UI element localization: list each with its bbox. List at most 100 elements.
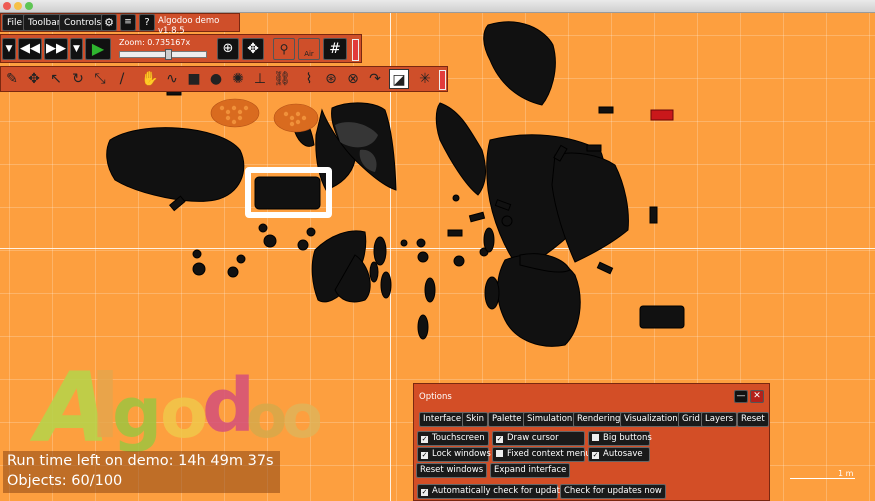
close-window-icon[interactable] bbox=[3, 2, 11, 10]
tab-interface[interactable]: Interface bbox=[419, 412, 466, 427]
tab-palette[interactable]: Palette bbox=[488, 412, 526, 427]
auto-check-updates-checkbox[interactable]: ✓ Automatically check for updates bbox=[417, 484, 570, 499]
draw-cursor-checkbox[interactable]: ✓ Draw cursor bbox=[492, 431, 585, 446]
eraser-icon[interactable]: ◪ bbox=[389, 69, 409, 89]
scale-icon[interactable]: ⤡ bbox=[90, 69, 110, 89]
air-label: Air bbox=[304, 50, 314, 58]
settings-gear-icon[interactable]: ⚙ bbox=[101, 14, 117, 31]
sketch-icon[interactable]: ✎ bbox=[2, 69, 22, 89]
tab-visualization[interactable]: Visualization bbox=[620, 412, 682, 427]
check-updates-now-button[interactable]: Check for updates now bbox=[560, 484, 666, 499]
tab-layers[interactable]: Layers bbox=[701, 412, 738, 427]
circle-icon[interactable]: ● bbox=[206, 69, 226, 89]
checkbox-label: Autosave bbox=[603, 449, 643, 459]
checkbox-checked-icon[interactable]: ✓ bbox=[421, 436, 428, 443]
dropdown-arrow-icon[interactable]: ▼ bbox=[2, 38, 16, 60]
circle-shape bbox=[400, 239, 408, 247]
gear-icon[interactable]: ✺ bbox=[228, 69, 248, 89]
circle-shape bbox=[501, 215, 513, 227]
tab-skin[interactable]: Skin bbox=[462, 412, 489, 427]
move-icon[interactable]: ✥ bbox=[24, 69, 44, 89]
plane-icon[interactable]: ⊥ bbox=[250, 69, 270, 89]
rewind-icon[interactable]: ◀◀ bbox=[18, 38, 42, 60]
box-shape bbox=[639, 305, 685, 329]
box-shape bbox=[596, 261, 614, 275]
checkbox-checked-icon[interactable]: ✓ bbox=[421, 489, 428, 496]
rope-icon[interactable]: ∿ bbox=[162, 69, 182, 89]
checkbox-label: Fixed context menu bbox=[507, 449, 591, 459]
hand-icon[interactable]: ✋ bbox=[140, 69, 160, 89]
svg-text:o: o bbox=[282, 382, 320, 452]
playback-bar: ▼ ◀◀ ▶▶ ▼ ▶ Zoom: 0.735167x ⊕ ✥ ⚲ Air # bbox=[0, 34, 362, 63]
zoom-icon[interactable]: ⊕ bbox=[217, 38, 239, 60]
help-icon[interactable]: ? bbox=[139, 14, 155, 31]
toggle-indicator[interactable] bbox=[352, 39, 359, 61]
algodoo-logo: A l g o d o o bbox=[30, 352, 320, 461]
toggle-indicator[interactable] bbox=[439, 70, 446, 90]
zoom-slider-thumb[interactable] bbox=[165, 49, 172, 60]
circle-shape bbox=[453, 255, 465, 267]
box-icon[interactable]: ■ bbox=[184, 69, 204, 89]
drag-icon[interactable]: ↖ bbox=[46, 69, 66, 89]
zoom-label: Zoom: 0.735167x bbox=[119, 38, 191, 47]
lock-windows-checkbox[interactable]: ✓ Lock windows bbox=[417, 447, 491, 462]
touchscreen-checkbox[interactable]: ✓ Touchscreen bbox=[417, 431, 489, 446]
spring-icon[interactable]: ⌇ bbox=[299, 69, 319, 89]
thruster-icon[interactable]: ✳ bbox=[415, 69, 435, 89]
controls-menu-button[interactable]: Controls bbox=[59, 14, 107, 31]
box-shape bbox=[468, 211, 486, 223]
checkbox-label: Draw cursor bbox=[507, 433, 559, 443]
tools-bar: ✎ ✥ ↖ ↻ ⤡ / ✋ ∿ ■ ● ✺ ⊥ ⛓ ⌇ ⊛ ⊗ ↷ ◪ ✳ bbox=[0, 66, 448, 92]
tab-rendering[interactable]: Rendering bbox=[573, 412, 625, 427]
close-icon[interactable]: ✕ bbox=[750, 390, 764, 403]
ellipse-shape bbox=[417, 314, 429, 340]
minimize-window-icon[interactable] bbox=[14, 2, 22, 10]
tab-reset[interactable]: Reset bbox=[737, 412, 769, 427]
app-title: Algodoo demo v1.8.5 bbox=[158, 16, 220, 36]
checkbox-label: Touchscreen bbox=[432, 433, 485, 443]
air-icon[interactable]: Air bbox=[298, 38, 320, 60]
menu-bar: File Toolbar Controls ⚙ ≡ ? Algodoo demo… bbox=[0, 13, 240, 36]
svg-text:g: g bbox=[112, 372, 162, 454]
checkbox-label: Big buttons bbox=[603, 433, 652, 443]
list-icon[interactable]: ≡ bbox=[120, 14, 136, 31]
fixed-context-menu-checkbox[interactable]: Fixed context menu bbox=[492, 447, 591, 462]
zoom-window-icon[interactable] bbox=[25, 2, 33, 10]
checkbox-checked-icon[interactable]: ✓ bbox=[496, 436, 503, 443]
ellipse-shape bbox=[484, 276, 500, 310]
gravity-icon[interactable]: ⚲ bbox=[273, 38, 295, 60]
tab-simulation[interactable]: Simulation bbox=[523, 412, 577, 427]
ellipse-shape bbox=[380, 271, 392, 299]
rotate-icon[interactable]: ↻ bbox=[68, 69, 88, 89]
red-box-shape bbox=[650, 109, 674, 121]
fixate-icon[interactable]: ⊗ bbox=[343, 69, 363, 89]
circle-shape bbox=[417, 251, 429, 263]
minimize-icon[interactable]: — bbox=[734, 390, 748, 403]
polygon-shape bbox=[551, 152, 629, 263]
box-shape bbox=[586, 144, 602, 152]
dropdown-arrow-icon[interactable]: ▼ bbox=[70, 38, 83, 60]
options-panel: Options — ✕ Interface Skin Palette Simul… bbox=[413, 383, 770, 501]
tab-grid[interactable]: Grid bbox=[678, 412, 704, 427]
pan-icon[interactable]: ✥ bbox=[242, 38, 264, 60]
checkbox-unchecked-icon[interactable] bbox=[592, 434, 599, 441]
big-buttons-checkbox[interactable]: Big buttons bbox=[588, 431, 652, 446]
tracer-icon[interactable]: ↷ bbox=[365, 69, 385, 89]
grid-icon[interactable]: # bbox=[323, 38, 347, 60]
ellipse-shape bbox=[373, 236, 387, 266]
fast-forward-icon[interactable]: ▶▶ bbox=[44, 38, 68, 60]
reset-windows-button[interactable]: Reset windows bbox=[416, 463, 488, 478]
checkbox-checked-icon[interactable]: ✓ bbox=[592, 452, 599, 459]
expand-interface-button[interactable]: Expand interface bbox=[490, 463, 571, 478]
checkbox-checked-icon[interactable]: ✓ bbox=[421, 452, 428, 459]
chain-icon[interactable]: ⛓ bbox=[272, 69, 292, 89]
zoom-slider[interactable] bbox=[119, 49, 207, 60]
checkbox-unchecked-icon[interactable] bbox=[496, 450, 503, 457]
scale-bar bbox=[790, 478, 855, 479]
honeycomb-particles bbox=[210, 98, 319, 133]
knife-icon[interactable]: / bbox=[112, 69, 132, 89]
hinge-icon[interactable]: ⊛ bbox=[321, 69, 341, 89]
circle-shape bbox=[306, 227, 316, 237]
autosave-checkbox[interactable]: ✓ Autosave bbox=[588, 447, 650, 462]
play-icon[interactable]: ▶ bbox=[85, 38, 111, 60]
